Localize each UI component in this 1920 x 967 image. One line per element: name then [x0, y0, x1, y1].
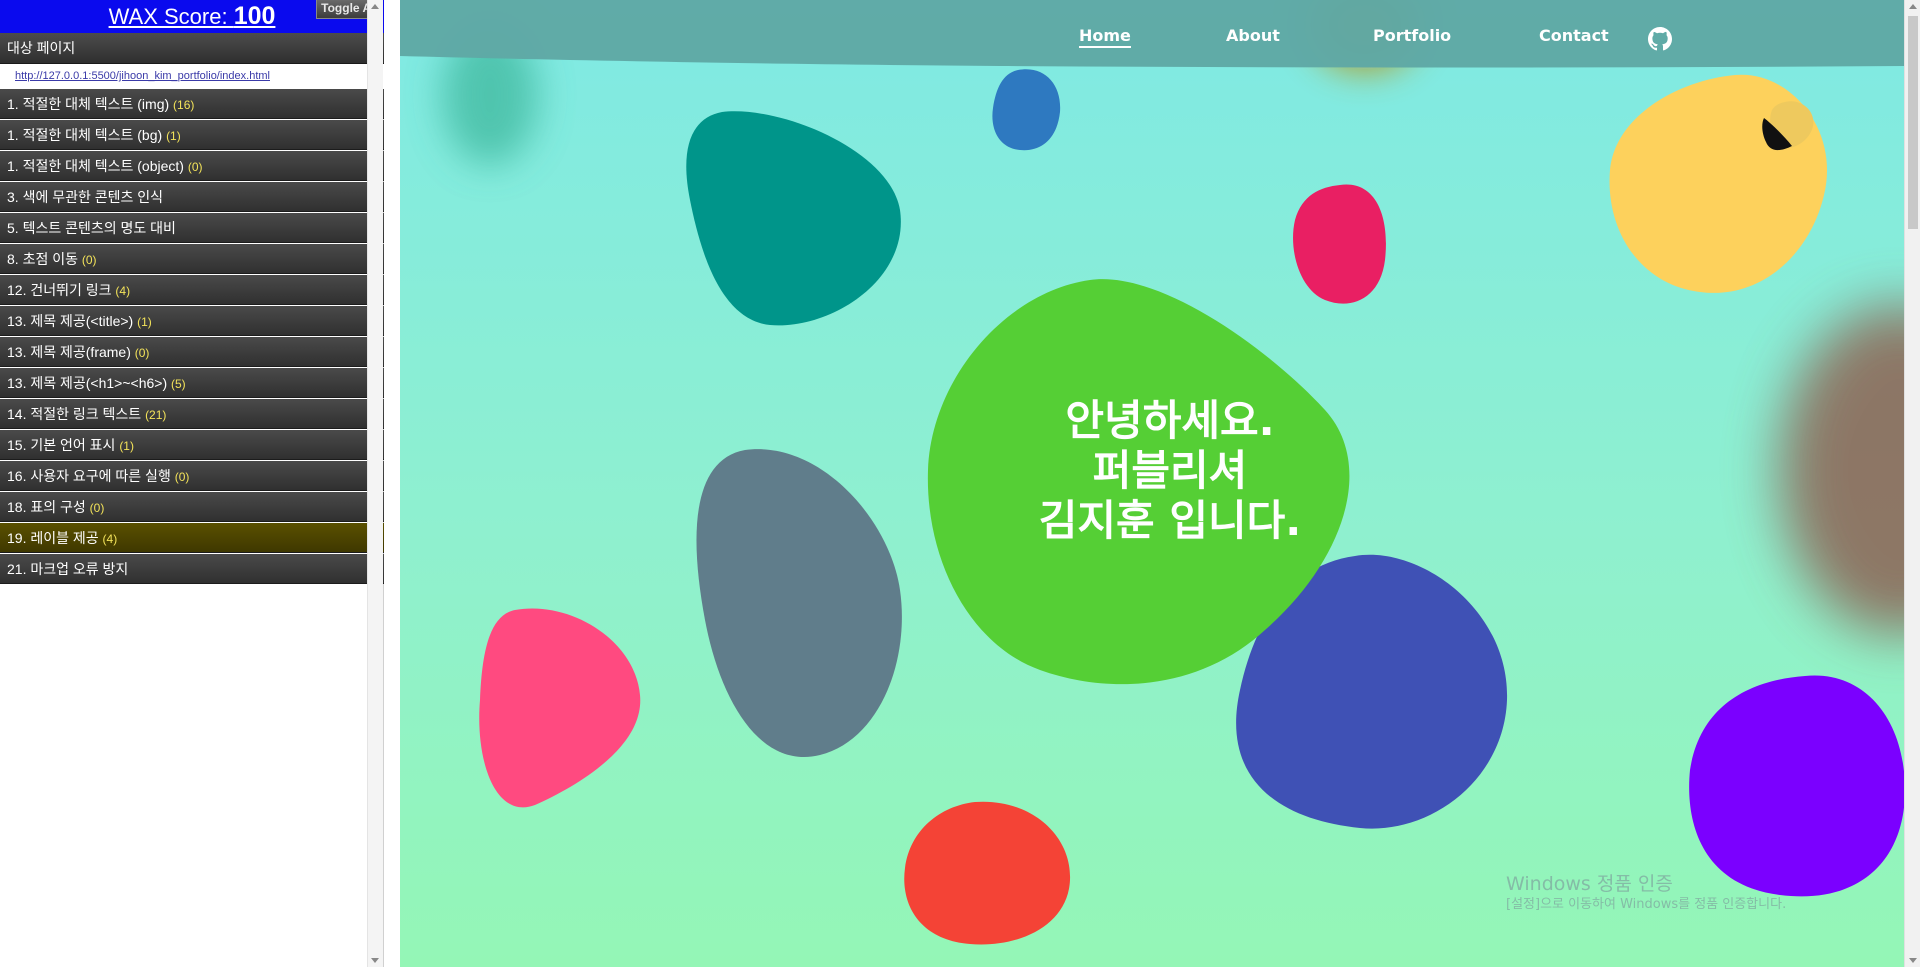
wax-check-count: (0): [174, 470, 190, 484]
scrollbar-thumb[interactable]: [1908, 16, 1918, 229]
wax-check-item[interactable]: 1. 적절한 대체 텍스트 (bg) (1): [0, 120, 384, 150]
wax-check-count: (1): [119, 439, 134, 453]
wax-check-item[interactable]: 16. 사용자 요구에 따른 실행 (0): [0, 461, 384, 491]
teal-blob: [686, 111, 901, 326]
wax-check-item[interactable]: 15. 기본 언어 표시 (1): [0, 430, 384, 460]
wax-check-count: (5): [171, 377, 186, 391]
nav-contact-link[interactable]: Contact: [1539, 26, 1609, 45]
nav-about-link[interactable]: About: [1226, 26, 1280, 45]
wax-check-count: (16): [173, 98, 195, 112]
blue-blob: [992, 69, 1061, 151]
windows-activation-watermark: Windows 정품 인증 [설정]으로 이동하여 Windows를 정품 인증…: [1506, 872, 1786, 914]
wax-check-count: (0): [89, 501, 105, 515]
wax-check-item[interactable]: 14. 적절한 링크 텍스트 (21): [0, 399, 384, 429]
hero-line-name: 김지훈 입니다.: [1038, 496, 1302, 545]
wax-check-label: 16. 사용자 요구에 따른 실행: [7, 468, 175, 484]
wax-check-item[interactable]: 1. 적절한 대체 텍스트 (object) (0): [0, 151, 384, 181]
hero-heading: 안녕하세요. 퍼블리셔 김지훈 입니다.: [970, 396, 1370, 546]
hero-line-role: 퍼블리셔: [1092, 446, 1248, 495]
hero-line-greeting: 안녕하세요.: [1065, 396, 1275, 445]
wax-check-label: 15. 기본 언어 표시: [7, 437, 120, 453]
wax-check-label: 1. 적절한 대체 텍스트 (bg): [7, 127, 167, 143]
rose-blob: [479, 608, 641, 808]
nav-portfolio-link[interactable]: Portfolio: [1373, 26, 1451, 45]
wax-check-label: 14. 적절한 링크 텍스트: [7, 406, 146, 422]
wax-check-label: 19. 레이블 제공: [7, 530, 103, 546]
wax-check-item[interactable]: 3. 색에 무관한 콘텐츠 인식: [0, 182, 384, 212]
wax-check-label: 13. 제목 제공(frame): [7, 344, 135, 360]
wax-check-item[interactable]: 1. 적절한 대체 텍스트 (img) (16): [0, 89, 384, 119]
wax-check-item-active[interactable]: 19. 레이블 제공 (4): [0, 523, 384, 553]
wax-check-item[interactable]: 13. 제목 제공(<h1>~<h6>) (5): [0, 368, 384, 398]
wax-check-item[interactable]: 13. 제목 제공(frame) (0): [0, 337, 384, 367]
wax-check-label: 1. 적절한 대체 텍스트 (img): [7, 96, 174, 112]
wax-check-item[interactable]: 8. 초점 이동 (0): [0, 244, 384, 274]
wax-check-label: 5. 텍스트 콘텐츠의 명도 대비: [7, 220, 176, 236]
wax-score-value[interactable]: 100: [234, 2, 276, 30]
wax-check-label: 21. 마크업 오류 방지: [7, 561, 129, 577]
scroll-down-arrow-icon[interactable]: [371, 958, 379, 963]
wax-check-label: 3. 색에 무관한 콘텐츠 인식: [7, 189, 164, 205]
wax-check-count: (1): [166, 129, 181, 143]
scroll-up-arrow-icon[interactable]: [1909, 4, 1917, 9]
wax-score-label[interactable]: WAX Score:: [109, 4, 234, 29]
wax-check-label: 12. 건너뛰기 링크: [7, 282, 116, 298]
wax-check-item[interactable]: 18. 표의 구성 (0): [0, 492, 384, 522]
target-page-heading[interactable]: 대상 페이지: [0, 33, 384, 64]
wax-check-count: (0): [134, 346, 150, 360]
slate-blob: [696, 449, 902, 758]
scroll-up-arrow-icon[interactable]: [371, 4, 379, 9]
wax-check-item[interactable]: 13. 제목 제공(<title>) (1): [0, 306, 384, 336]
wax-check-count: (21): [145, 408, 167, 422]
red-blob: [904, 801, 1071, 945]
wax-check-label: 8. 초점 이동: [7, 251, 82, 267]
wax-check-count: (1): [137, 315, 152, 329]
blurred-brown-blob: [1780, 305, 1904, 635]
pink-blob: [1293, 184, 1386, 304]
wax-check-count: (0): [81, 253, 97, 267]
wax-check-item[interactable]: 5. 텍스트 콘텐츠의 명도 대비: [0, 213, 384, 243]
nav-home-link[interactable]: Home: [1079, 26, 1131, 48]
wax-check-count: (4): [102, 532, 118, 546]
site-navigation: Home About Portfolio Contact: [400, 0, 1904, 80]
watermark-subtitle: [설정]으로 이동하여 Windows를 정품 인증합니다.: [1506, 897, 1787, 912]
wax-check-item[interactable]: 12. 건너뛰기 링크 (4): [0, 275, 384, 305]
wax-check-label: 18. 표의 구성: [7, 499, 90, 515]
target-url-link[interactable]: http://127.0.0.1:5500/jihoon_kim_portfol…: [0, 64, 384, 89]
scroll-down-arrow-icon[interactable]: [1909, 958, 1917, 963]
wax-check-count: (0): [187, 160, 203, 174]
wax-scrollbar[interactable]: [367, 0, 383, 967]
wax-panel: WAX Score: 100 Toggle All 대상 페이지 http://…: [0, 0, 384, 967]
wax-check-label: 13. 제목 제공(<h1>~<h6>): [7, 375, 171, 391]
watermark-title: Windows 정품 인증: [1506, 873, 1673, 895]
wax-check-label: 1. 적절한 대체 텍스트 (object): [7, 158, 188, 174]
wax-check-item[interactable]: 21. 마크업 오류 방지: [0, 554, 384, 584]
portfolio-viewport: Home About Portfolio Contact 안녕하세요. 퍼블리셔…: [400, 0, 1904, 967]
violet-blob: [1689, 675, 1904, 897]
nav-band: [400, 0, 1904, 68]
page-scrollbar[interactable]: [1904, 0, 1920, 967]
github-icon[interactable]: [1648, 27, 1672, 51]
wax-check-count: (4): [115, 284, 131, 298]
wax-check-label: 13. 제목 제공(<title>): [7, 313, 138, 329]
